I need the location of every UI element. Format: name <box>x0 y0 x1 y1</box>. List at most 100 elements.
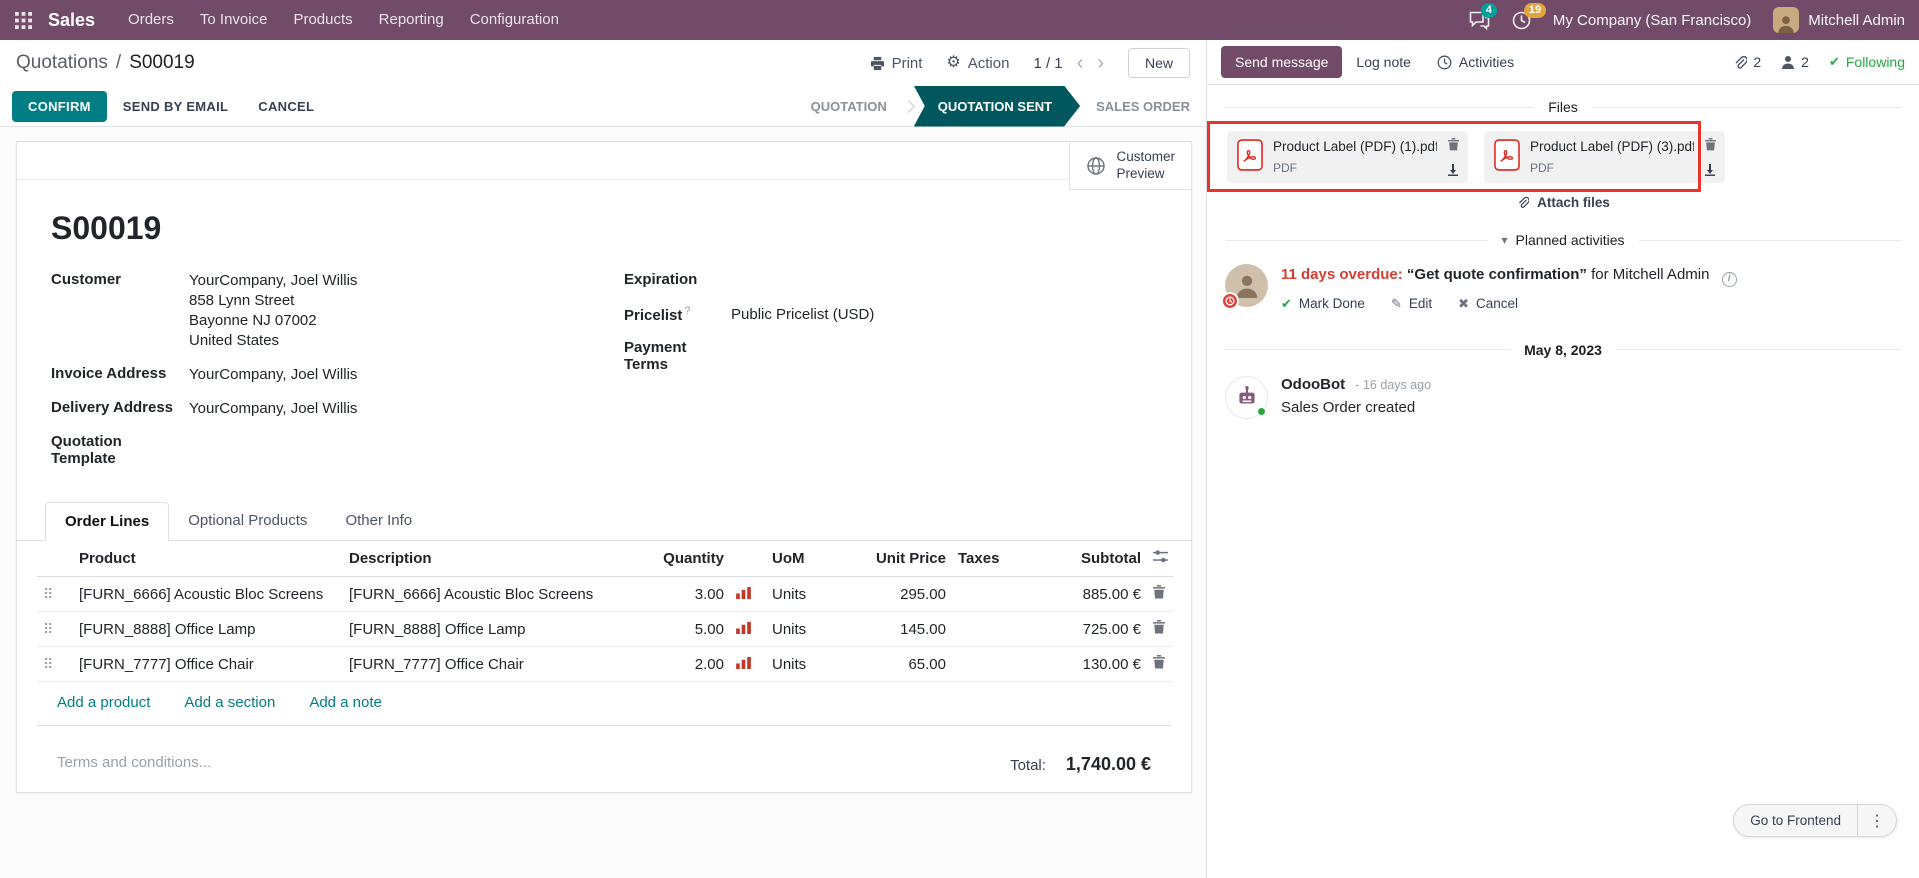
record-title[interactable]: S00019 <box>51 210 1191 247</box>
menu-reporting[interactable]: Reporting <box>366 0 457 40</box>
cell-taxes[interactable] <box>952 577 1042 612</box>
cancel-activity-button[interactable]: ✖ Cancel <box>1458 296 1518 312</box>
cell-quantity[interactable]: 2.00 <box>653 647 730 682</box>
download-attachment-icon[interactable] <box>1447 164 1459 176</box>
cell-quantity[interactable]: 5.00 <box>653 612 730 647</box>
pricelist-value[interactable]: Public Pricelist (USD) <box>731 305 874 325</box>
cell-taxes[interactable] <box>952 647 1042 682</box>
tab-order-lines[interactable]: Order Lines <box>45 502 169 541</box>
col-product[interactable]: Product <box>73 541 343 577</box>
attachment-card[interactable]: Product Label (PDF) (1).pdf PDF <box>1227 131 1468 183</box>
col-description[interactable]: Description <box>343 541 653 577</box>
followers-button[interactable]: 2 <box>1781 54 1809 70</box>
stage-quotation-sent[interactable]: QUOTATION SENT <box>914 86 1080 127</box>
order-line-row[interactable]: ⠿ [FURN_6666] Acoustic Bloc Screens [FUR… <box>37 577 1173 612</box>
forecast-chart-icon[interactable] <box>736 587 751 599</box>
cancel-button[interactable]: CANCEL <box>244 91 328 122</box>
cell-description[interactable]: [FURN_7777] Office Chair <box>343 647 653 682</box>
add-note-link[interactable]: Add a note <box>309 694 382 711</box>
cell-product[interactable]: [FURN_6666] Acoustic Bloc Screens <box>73 577 343 612</box>
attach-files-button[interactable]: Attach files <box>1207 185 1919 212</box>
drag-handle-icon[interactable]: ⠿ <box>43 586 53 602</box>
message-body: Sales Order created <box>1281 399 1431 416</box>
terms-placeholder[interactable]: Terms and conditions... <box>57 754 211 775</box>
delete-attachment-icon[interactable] <box>1705 138 1716 151</box>
tab-other-info[interactable]: Other Info <box>326 502 431 541</box>
go-to-frontend-button[interactable]: Go to Frontend <box>1734 805 1857 836</box>
order-line-row[interactable]: ⠿ [FURN_8888] Office Lamp [FURN_8888] Of… <box>37 612 1173 647</box>
send-message-button[interactable]: Send message <box>1221 46 1342 78</box>
customer-value[interactable]: YourCompany, Joel Willis 858 Lynn Street… <box>189 271 357 351</box>
action-button[interactable]: ⚙ Action <box>946 55 1009 72</box>
order-line-row[interactable]: ⠿ [FURN_7777] Office Chair [FURN_7777] O… <box>37 647 1173 682</box>
attachment-name[interactable]: Product Label (PDF) (1).pdf <box>1273 139 1437 154</box>
cell-quantity[interactable]: 3.00 <box>653 577 730 612</box>
attachment-name[interactable]: Product Label (PDF) (3).pdf <box>1530 139 1694 154</box>
delete-line-icon[interactable] <box>1153 620 1165 634</box>
apps-menu-button[interactable] <box>0 0 46 40</box>
cell-description[interactable]: [FURN_8888] Office Lamp <box>343 612 653 647</box>
stage-sales-order[interactable]: SALES ORDER <box>1080 86 1206 127</box>
activities-button[interactable]: 19 <box>1512 11 1531 30</box>
message-author[interactable]: OdooBot <box>1281 376 1345 393</box>
breadcrumb-quotations[interactable]: Quotations <box>16 52 108 74</box>
cell-product[interactable]: [FURN_7777] Office Chair <box>73 647 343 682</box>
preview-label-line1: Customer <box>1116 149 1175 166</box>
pager-prev-icon[interactable]: ‹ <box>1077 53 1084 73</box>
customer-preview-button[interactable]: Customer Preview <box>1069 142 1191 190</box>
forecast-chart-icon[interactable] <box>736 657 751 669</box>
menu-configuration[interactable]: Configuration <box>457 0 572 40</box>
app-name[interactable]: Sales <box>48 10 95 31</box>
print-button[interactable]: Print <box>870 55 923 72</box>
log-note-button[interactable]: Log note <box>1344 46 1423 78</box>
planned-activities-header[interactable]: ▾ Planned activities <box>1225 232 1901 248</box>
attachment-card[interactable]: Product Label (PDF) (3).pdf PDF <box>1484 131 1725 183</box>
delete-line-icon[interactable] <box>1153 655 1165 669</box>
col-taxes[interactable]: Taxes <box>952 541 1042 577</box>
col-unit-price[interactable]: Unit Price <box>866 541 952 577</box>
pager-next-icon[interactable]: › <box>1097 53 1104 73</box>
cell-taxes[interactable] <box>952 612 1042 647</box>
new-button[interactable]: New <box>1128 48 1190 78</box>
edit-activity-button[interactable]: ✎ Edit <box>1391 296 1432 312</box>
cell-uom[interactable]: Units <box>766 647 866 682</box>
add-product-link[interactable]: Add a product <box>57 694 150 711</box>
cell-description[interactable]: [FURN_6666] Acoustic Bloc Screens <box>343 577 653 612</box>
col-quantity[interactable]: Quantity <box>653 541 730 577</box>
delete-attachment-icon[interactable] <box>1448 138 1459 151</box>
pricelist-help-icon[interactable]: ? <box>684 305 690 317</box>
menu-orders[interactable]: Orders <box>115 0 187 40</box>
cell-unit-price[interactable]: 295.00 <box>866 577 952 612</box>
cell-unit-price[interactable]: 145.00 <box>866 612 952 647</box>
drag-handle-icon[interactable]: ⠿ <box>43 656 53 672</box>
delivery-address-value[interactable]: YourCompany, Joel Willis <box>189 399 357 419</box>
cell-uom[interactable]: Units <box>766 577 866 612</box>
cell-product[interactable]: [FURN_8888] Office Lamp <box>73 612 343 647</box>
cell-unit-price[interactable]: 65.00 <box>866 647 952 682</box>
following-button[interactable]: ✔ Following <box>1829 54 1905 70</box>
company-switcher[interactable]: My Company (San Francisco) <box>1553 12 1751 29</box>
tab-optional-products[interactable]: Optional Products <box>169 502 326 541</box>
activities-schedule-button[interactable]: Activities <box>1425 46 1526 78</box>
forecast-chart-icon[interactable] <box>736 622 751 634</box>
optional-columns-icon[interactable] <box>1153 550 1168 563</box>
col-subtotal[interactable]: Subtotal <box>1042 541 1147 577</box>
attachments-counter-button[interactable]: 2 <box>1732 54 1761 70</box>
col-uom[interactable]: UoM <box>766 541 866 577</box>
cell-uom[interactable]: Units <box>766 612 866 647</box>
menu-products[interactable]: Products <box>280 0 365 40</box>
info-icon[interactable]: i <box>1722 272 1737 287</box>
messages-button[interactable]: 4 <box>1469 11 1490 30</box>
invoice-address-value[interactable]: YourCompany, Joel Willis <box>189 365 357 385</box>
drag-handle-icon[interactable]: ⠿ <box>43 621 53 637</box>
delete-line-icon[interactable] <box>1153 585 1165 599</box>
stage-quotation[interactable]: QUOTATION <box>795 86 903 127</box>
download-attachment-icon[interactable] <box>1704 164 1716 176</box>
confirm-button[interactable]: CONFIRM <box>12 91 107 122</box>
frontend-menu-dots-icon[interactable]: ⋮ <box>1857 805 1896 836</box>
mark-done-button[interactable]: ✔ Mark Done <box>1281 296 1365 312</box>
user-menu[interactable]: Mitchell Admin <box>1773 7 1905 33</box>
send-by-email-button[interactable]: SEND BY EMAIL <box>109 91 243 122</box>
add-section-link[interactable]: Add a section <box>184 694 275 711</box>
menu-to-invoice[interactable]: To Invoice <box>187 0 281 40</box>
